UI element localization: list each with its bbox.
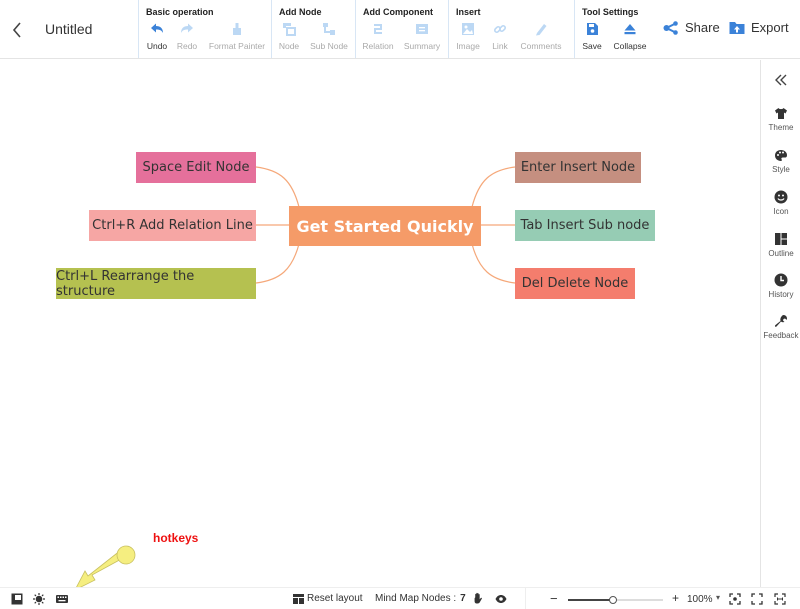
hand-pan-icon[interactable] bbox=[472, 592, 484, 604]
undo-icon bbox=[151, 23, 163, 33]
child-node[interactable]: Ctrl+L Rearrange the structure bbox=[56, 268, 256, 299]
mind-map-canvas[interactable]: Get Started Quickly Space Edit Node Ctrl… bbox=[0, 60, 759, 587]
node-icon bbox=[283, 23, 296, 36]
undo-button[interactable]: Undo bbox=[146, 22, 168, 51]
clock-icon bbox=[774, 273, 788, 287]
group-basic-operation: Basic operation Undo Redo Format Painter bbox=[138, 0, 270, 58]
group-title: Tool Settings bbox=[582, 7, 639, 17]
child-node[interactable]: Enter Insert Node bbox=[515, 152, 641, 183]
group-add-node: Add Node Node Sub Node bbox=[271, 0, 354, 58]
comments-icon bbox=[536, 24, 547, 36]
group-title: Insert bbox=[456, 7, 481, 17]
shirt-icon bbox=[775, 108, 787, 119]
zoom-slider-fill bbox=[568, 599, 613, 601]
root-node[interactable]: Get Started Quickly bbox=[289, 206, 481, 246]
link-button[interactable]: Link bbox=[489, 22, 511, 51]
share-button[interactable]: Share bbox=[663, 20, 720, 35]
share-icon bbox=[663, 20, 678, 35]
format-painter-button[interactable]: Format Painter bbox=[207, 22, 267, 51]
connector-line bbox=[471, 243, 516, 284]
minimap-icon[interactable] bbox=[11, 593, 23, 605]
sub-node-icon bbox=[323, 23, 335, 35]
group-title: Add Node bbox=[279, 7, 322, 17]
zoom-dropdown-caret-icon[interactable]: ▾ bbox=[716, 593, 720, 602]
child-node[interactable]: Tab Insert Sub node bbox=[515, 210, 655, 241]
export-folder-icon bbox=[729, 21, 745, 34]
summary-icon bbox=[416, 24, 428, 34]
connector-line bbox=[471, 166, 516, 208]
sub-node-button[interactable]: Sub Node bbox=[308, 22, 350, 51]
group-tool-settings: Tool Settings Save Collapse bbox=[574, 0, 656, 58]
theme-brightness-icon[interactable] bbox=[33, 593, 45, 605]
share-label: Share bbox=[685, 20, 720, 35]
redo-icon bbox=[181, 23, 193, 33]
sidebar-item-outline[interactable]: Outline bbox=[761, 232, 800, 258]
bottom-status-bar: Reset layout Mind Map Nodes :7 − + 100% … bbox=[0, 587, 800, 609]
group-title: Basic operation bbox=[146, 7, 214, 17]
connector-line bbox=[255, 243, 300, 284]
comments-button[interactable]: Comments bbox=[519, 22, 563, 51]
connector-line bbox=[255, 166, 300, 208]
document-title[interactable]: Untitled bbox=[45, 21, 92, 37]
zoom-slider[interactable] bbox=[568, 596, 663, 604]
summary-button[interactable]: Summary bbox=[402, 22, 442, 51]
child-node[interactable]: Ctrl+R Add Relation Line bbox=[89, 210, 256, 241]
right-sidebar: Theme Style Icon Outline History Feedbac… bbox=[760, 60, 800, 587]
image-button[interactable]: Image bbox=[454, 22, 482, 51]
node-count-label: Mind Map Nodes : bbox=[375, 593, 457, 604]
palette-icon bbox=[775, 150, 787, 161]
node-button[interactable]: Node bbox=[278, 22, 300, 51]
sidebar-item-theme[interactable]: Theme bbox=[761, 107, 800, 132]
reset-layout-button[interactable]: Reset layout bbox=[293, 593, 363, 604]
wrench-icon bbox=[775, 315, 787, 327]
divider bbox=[525, 588, 526, 609]
smiley-icon bbox=[774, 190, 788, 204]
zoom-out-button[interactable]: − bbox=[550, 591, 558, 606]
relation-icon bbox=[374, 24, 382, 34]
group-title: Add Component bbox=[363, 7, 433, 17]
back-arrow-icon[interactable] bbox=[8, 18, 26, 42]
sidebar-item-style[interactable]: Style bbox=[761, 149, 800, 174]
redo-button[interactable]: Redo bbox=[176, 22, 198, 51]
child-node[interactable]: Del Delete Node bbox=[515, 268, 635, 299]
node-count: Mind Map Nodes :7 bbox=[375, 593, 466, 604]
collapse-button[interactable]: Collapse bbox=[611, 22, 649, 51]
locate-center-icon[interactable] bbox=[729, 593, 741, 605]
group-add-component: Add Component Relation Summary bbox=[355, 0, 447, 58]
eye-preview-icon[interactable] bbox=[495, 593, 507, 605]
connector-lines bbox=[255, 166, 516, 284]
layout-icon bbox=[293, 593, 304, 604]
outline-icon bbox=[775, 233, 787, 245]
fit-to-screen-icon[interactable] bbox=[774, 593, 786, 605]
top-toolbar: Untitled Basic operation Undo Redo Forma… bbox=[0, 0, 800, 59]
group-insert: Insert Image Link Comments bbox=[448, 0, 573, 58]
reset-layout-label: Reset layout bbox=[307, 593, 363, 604]
zoom-in-button[interactable]: + bbox=[672, 591, 679, 605]
save-button[interactable]: Save bbox=[581, 22, 603, 51]
image-icon bbox=[462, 23, 474, 35]
format-painter-icon bbox=[233, 23, 241, 35]
mind-map-app: Untitled Basic operation Undo Redo Forma… bbox=[0, 0, 800, 609]
sidebar-item-feedback[interactable]: Feedback bbox=[761, 314, 800, 340]
relation-button[interactable]: Relation bbox=[361, 22, 395, 51]
export-button[interactable]: Export bbox=[729, 20, 789, 35]
child-node[interactable]: Space Edit Node bbox=[136, 152, 256, 183]
node-count-value: 7 bbox=[460, 593, 466, 604]
sidebar-item-icon[interactable]: Icon bbox=[761, 190, 800, 216]
collapse-icon bbox=[624, 24, 636, 35]
sidebar-item-history[interactable]: History bbox=[761, 273, 800, 299]
save-icon bbox=[587, 23, 598, 35]
zoom-slider-handle[interactable] bbox=[608, 596, 617, 604]
double-chevron-left-icon[interactable] bbox=[773, 73, 789, 87]
fullscreen-icon[interactable] bbox=[751, 593, 763, 605]
export-label: Export bbox=[751, 20, 789, 35]
link-icon bbox=[493, 24, 507, 34]
hotkeys-annotation-label: hotkeys bbox=[153, 531, 199, 545]
zoom-level[interactable]: 100% bbox=[687, 594, 713, 605]
keyboard-hotkeys-icon[interactable] bbox=[56, 593, 68, 605]
